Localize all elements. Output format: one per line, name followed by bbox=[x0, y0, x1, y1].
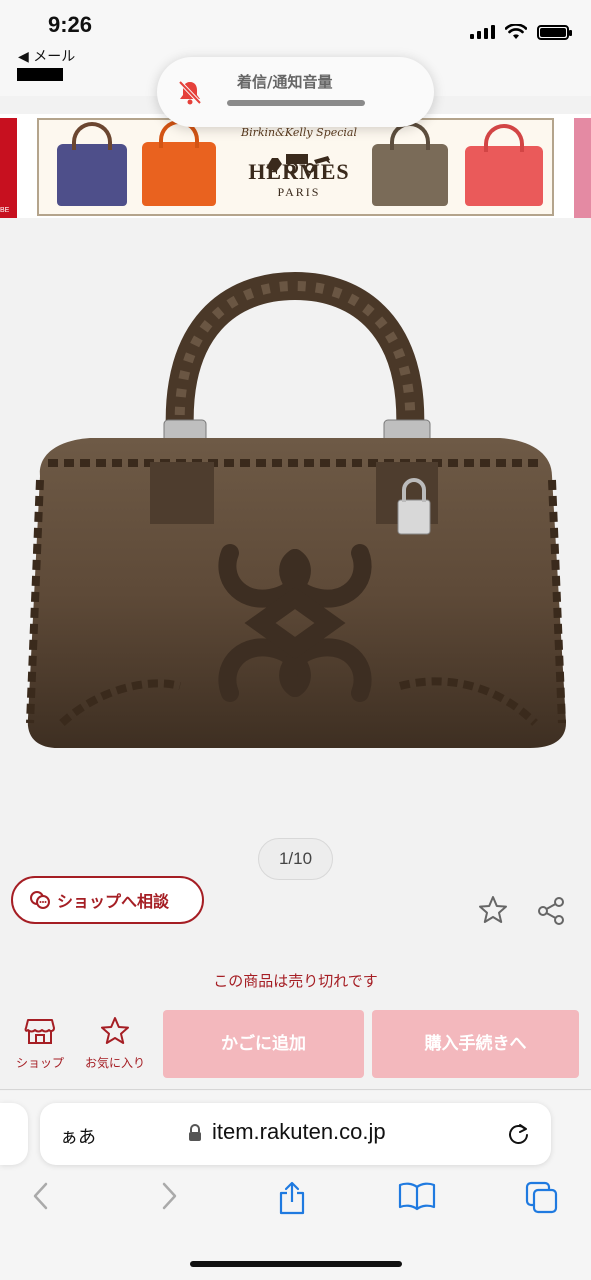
prev-banner-text: BE bbox=[0, 207, 10, 214]
next-banner-edge[interactable] bbox=[574, 118, 591, 218]
bag-image-pink bbox=[465, 124, 543, 206]
wifi-icon bbox=[505, 24, 527, 39]
reload-icon[interactable] bbox=[506, 1121, 530, 1147]
tabs-icon[interactable] bbox=[525, 1181, 559, 1215]
soldout-notice: この商品は売り切れです bbox=[213, 972, 378, 990]
volume-hud-label: 着信/通知音量 bbox=[237, 73, 333, 91]
image-pager: 1/10 bbox=[258, 838, 333, 880]
browser-toolbar: ぁあ item.rakuten.co.jp bbox=[0, 1091, 591, 1280]
bag-image-purple bbox=[57, 122, 127, 206]
status-time: 9:26 bbox=[48, 12, 93, 37]
shop-icon bbox=[24, 1019, 55, 1044]
product-image-carousel[interactable] bbox=[0, 218, 591, 830]
consult-shop-button[interactable]: ショップへ相談 bbox=[11, 876, 204, 924]
purchase-action-bar: ショップ お気に入り かごに追加 購入手続きへ bbox=[0, 1000, 591, 1090]
bell-muted-icon bbox=[178, 80, 202, 105]
bag-image-taupe bbox=[372, 122, 448, 206]
redacted-block bbox=[17, 68, 63, 81]
volume-hud: 着信/通知音量 bbox=[157, 57, 434, 127]
shop-button[interactable]: ショップ bbox=[5, 1016, 75, 1071]
share-icon[interactable] bbox=[535, 895, 567, 927]
back-icon[interactable] bbox=[30, 1181, 52, 1211]
bookmarks-icon[interactable] bbox=[398, 1181, 436, 1211]
share-sheet-icon[interactable] bbox=[277, 1181, 307, 1215]
hermes-banner[interactable]: Birkin&Kelly Special HERMÈS PARIS bbox=[37, 118, 554, 216]
lock-icon bbox=[189, 1124, 201, 1141]
prev-banner-edge[interactable]: BE bbox=[0, 118, 17, 218]
battery-icon bbox=[537, 24, 572, 40]
consult-label: ショップへ相談 bbox=[57, 892, 170, 911]
banner-city: PARIS bbox=[277, 185, 321, 199]
back-to-mail-link[interactable]: ◀ メール bbox=[18, 46, 75, 66]
address-bar[interactable]: ぁあ item.rakuten.co.jp bbox=[40, 1103, 551, 1165]
product-image bbox=[26, 271, 567, 748]
checkout-button[interactable]: 購入手続きへ bbox=[372, 1010, 579, 1078]
previous-tab-stub[interactable] bbox=[0, 1103, 28, 1165]
star-outline-icon[interactable] bbox=[477, 894, 509, 926]
star-icon bbox=[101, 1017, 129, 1044]
page-settings-button[interactable]: ぁあ bbox=[60, 1123, 96, 1149]
favorite-button[interactable]: お気に入り bbox=[80, 1016, 150, 1071]
banner-tagline: Birkin&Kelly Special bbox=[241, 126, 357, 139]
browser-nav-row bbox=[0, 1181, 591, 1221]
status-icons bbox=[470, 24, 572, 40]
ad-banner-strip: BE Birkin&Kelly Special HERMÈS PARIS bbox=[0, 114, 591, 218]
signal-icon bbox=[470, 25, 495, 39]
chat-bubbles-icon bbox=[30, 891, 50, 909]
add-to-cart-button[interactable]: かごに追加 bbox=[163, 1010, 364, 1078]
forward-icon[interactable] bbox=[158, 1181, 180, 1211]
carriage-logo-icon bbox=[266, 154, 330, 174]
favorite-label: お気に入り bbox=[84, 1056, 145, 1070]
shop-label: ショップ bbox=[15, 1056, 64, 1070]
url-text: item.rakuten.co.jp bbox=[212, 1119, 386, 1144]
home-indicator[interactable] bbox=[190, 1261, 402, 1267]
bag-image-orange bbox=[142, 120, 216, 206]
volume-level-bar bbox=[227, 100, 365, 106]
